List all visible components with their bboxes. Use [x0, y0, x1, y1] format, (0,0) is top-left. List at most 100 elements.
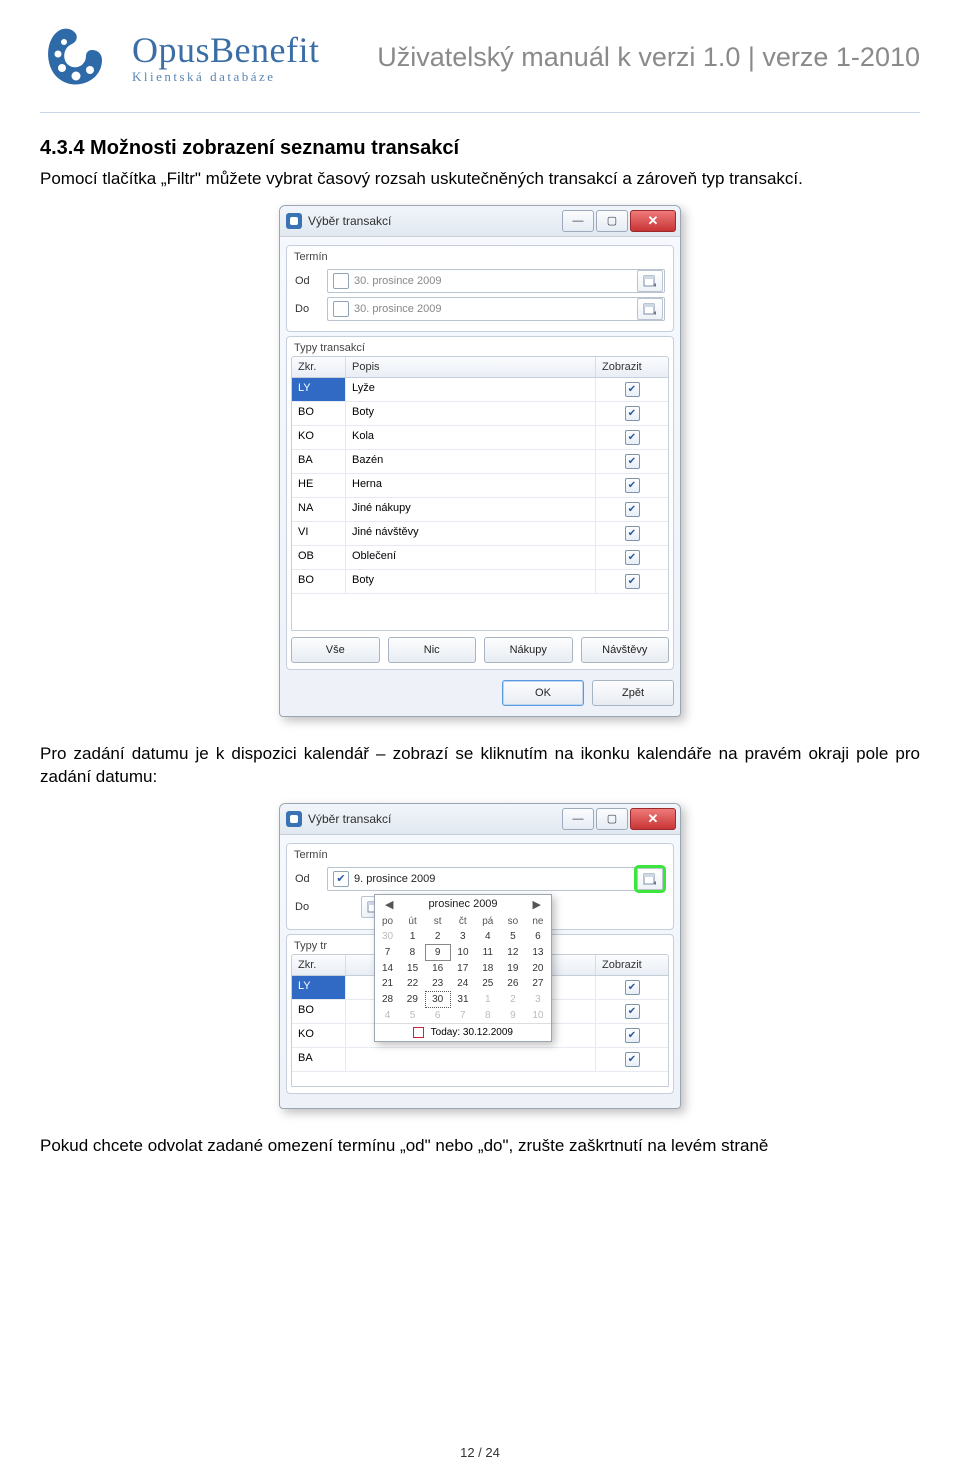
- calendar-day[interactable]: 31: [450, 991, 475, 1007]
- calendar-day[interactable]: 15: [400, 960, 425, 976]
- calendar-day[interactable]: 16: [425, 960, 450, 976]
- minimize-button[interactable]: —: [562, 808, 594, 830]
- calendar-today-row[interactable]: Today: 30.12.2009: [375, 1023, 551, 1041]
- table-row[interactable]: BABazén✔: [292, 450, 668, 474]
- calendar-day[interactable]: 17: [450, 960, 475, 976]
- calendar-icon[interactable]: [637, 270, 663, 292]
- table-row[interactable]: BOBoty✔: [292, 402, 668, 426]
- section-heading: 4.3.4 Možnosti zobrazení seznamu transak…: [40, 137, 920, 160]
- minimize-button[interactable]: —: [562, 210, 594, 232]
- cell-zkr: BA: [292, 450, 346, 473]
- table-row[interactable]: HEHerna✔: [292, 474, 668, 498]
- show-checkbox[interactable]: ✔: [625, 1028, 640, 1043]
- table-row[interactable]: NAJiné nákupy✔: [292, 498, 668, 522]
- maximize-button[interactable]: ▢: [596, 210, 628, 232]
- table-row[interactable]: KOKola✔: [292, 426, 668, 450]
- calendar-day[interactable]: 20: [525, 960, 550, 976]
- show-checkbox[interactable]: ✔: [625, 1052, 640, 1067]
- maximize-button[interactable]: ▢: [596, 808, 628, 830]
- btn-nic[interactable]: Nic: [388, 637, 477, 663]
- show-checkbox[interactable]: ✔: [625, 980, 640, 995]
- calendar-day[interactable]: 26: [500, 976, 525, 992]
- calendar-day[interactable]: 3: [450, 929, 475, 945]
- calendar-day[interactable]: 9: [425, 944, 450, 960]
- calendar-day[interactable]: 6: [425, 1007, 450, 1023]
- calendar-day[interactable]: 4: [475, 929, 500, 945]
- calendar-day[interactable]: 14: [375, 960, 400, 976]
- calendar-day[interactable]: 27: [525, 976, 550, 992]
- calendar-day[interactable]: 12: [500, 944, 525, 960]
- calendar-day[interactable]: 23: [425, 976, 450, 992]
- calendar-day[interactable]: 2: [500, 991, 525, 1007]
- calendar-day[interactable]: 6: [525, 929, 550, 945]
- zpet-button[interactable]: Zpět: [592, 680, 674, 706]
- calendar-day[interactable]: 5: [500, 929, 525, 945]
- calendar-day[interactable]: 5: [400, 1007, 425, 1023]
- logo-icon: [40, 20, 114, 94]
- calendar-day[interactable]: 22: [400, 976, 425, 992]
- date-od-field[interactable]: 30. prosince 2009: [327, 269, 665, 293]
- table-row[interactable]: OBOblečení✔: [292, 546, 668, 570]
- show-checkbox[interactable]: ✔: [625, 502, 640, 517]
- table-row[interactable]: BA✔: [292, 1048, 668, 1072]
- group-termin-label: Termín: [291, 847, 669, 863]
- calendar-day[interactable]: 2: [425, 929, 450, 945]
- cell-zkr: KO: [292, 1024, 346, 1047]
- calendar-day[interactable]: 7: [450, 1007, 475, 1023]
- btn-vse[interactable]: Vše: [291, 637, 380, 663]
- table-row[interactable]: VIJiné návštěvy✔: [292, 522, 668, 546]
- titlebar[interactable]: Výběr transakcí — ▢ ✕: [280, 206, 680, 237]
- calendar-day[interactable]: 7: [375, 944, 400, 960]
- calendar-day[interactable]: 8: [400, 944, 425, 960]
- date-od-field[interactable]: ✔ 9. prosince 2009 ◀ prosinec 2009 ▶: [327, 867, 665, 891]
- calendar-day[interactable]: 30: [425, 991, 450, 1007]
- date-do-field[interactable]: 30. prosince 2009: [327, 297, 665, 321]
- calendar-day[interactable]: 29: [400, 991, 425, 1007]
- date-do-checkbox[interactable]: [333, 301, 349, 317]
- calendar-day[interactable]: 9: [500, 1007, 525, 1023]
- calendar-popup[interactable]: ◀ prosinec 2009 ▶ poútstčtpásone 3012345…: [374, 894, 552, 1042]
- calendar-day[interactable]: 21: [375, 976, 400, 992]
- btn-navstevy[interactable]: Návštěvy: [581, 637, 670, 663]
- calendar-day[interactable]: 4: [375, 1007, 400, 1023]
- close-button[interactable]: ✕: [630, 210, 676, 232]
- calendar-day[interactable]: 30: [375, 929, 400, 945]
- calendar-day[interactable]: 18: [475, 960, 500, 976]
- show-checkbox[interactable]: ✔: [625, 454, 640, 469]
- calendar-day[interactable]: 10: [525, 1007, 550, 1023]
- show-checkbox[interactable]: ✔: [625, 550, 640, 565]
- show-checkbox[interactable]: ✔: [625, 574, 640, 589]
- calendar-day[interactable]: 10: [450, 944, 475, 960]
- calendar-day[interactable]: 19: [500, 960, 525, 976]
- show-checkbox[interactable]: ✔: [625, 1004, 640, 1019]
- titlebar[interactable]: Výběr transakcí — ▢ ✕: [280, 804, 680, 835]
- table-row[interactable]: LYLyže✔: [292, 378, 668, 402]
- calendar-day[interactable]: 8: [475, 1007, 500, 1023]
- calendar-icon[interactable]: [637, 868, 663, 890]
- show-checkbox[interactable]: ✔: [625, 478, 640, 493]
- calendar-day[interactable]: 1: [400, 929, 425, 945]
- calendar-day[interactable]: 1: [475, 991, 500, 1007]
- calendar-day[interactable]: 3: [525, 991, 550, 1007]
- calendar-day[interactable]: 28: [375, 991, 400, 1007]
- date-od-checkbox[interactable]: [333, 273, 349, 289]
- btn-nakupy[interactable]: Nákupy: [484, 637, 573, 663]
- table-row[interactable]: BOBoty✔: [292, 570, 668, 594]
- calendar-next-icon[interactable]: ▶: [529, 898, 545, 911]
- cell-zkr: BO: [292, 1000, 346, 1023]
- date-od-checkbox[interactable]: ✔: [333, 871, 349, 887]
- calendar-day[interactable]: 24: [450, 976, 475, 992]
- show-checkbox[interactable]: ✔: [625, 526, 640, 541]
- calendar-day[interactable]: 25: [475, 976, 500, 992]
- calendar-day[interactable]: 13: [525, 944, 550, 960]
- show-checkbox[interactable]: ✔: [625, 406, 640, 421]
- show-checkbox[interactable]: ✔: [625, 430, 640, 445]
- calendar-prev-icon[interactable]: ◀: [381, 898, 397, 911]
- calendar-day[interactable]: 11: [475, 944, 500, 960]
- show-checkbox[interactable]: ✔: [625, 382, 640, 397]
- calendar-icon[interactable]: [637, 298, 663, 320]
- close-button[interactable]: ✕: [630, 808, 676, 830]
- cell-zkr: LY: [292, 378, 346, 401]
- ok-button[interactable]: OK: [502, 680, 584, 706]
- cell-popis: Kola: [346, 426, 596, 449]
